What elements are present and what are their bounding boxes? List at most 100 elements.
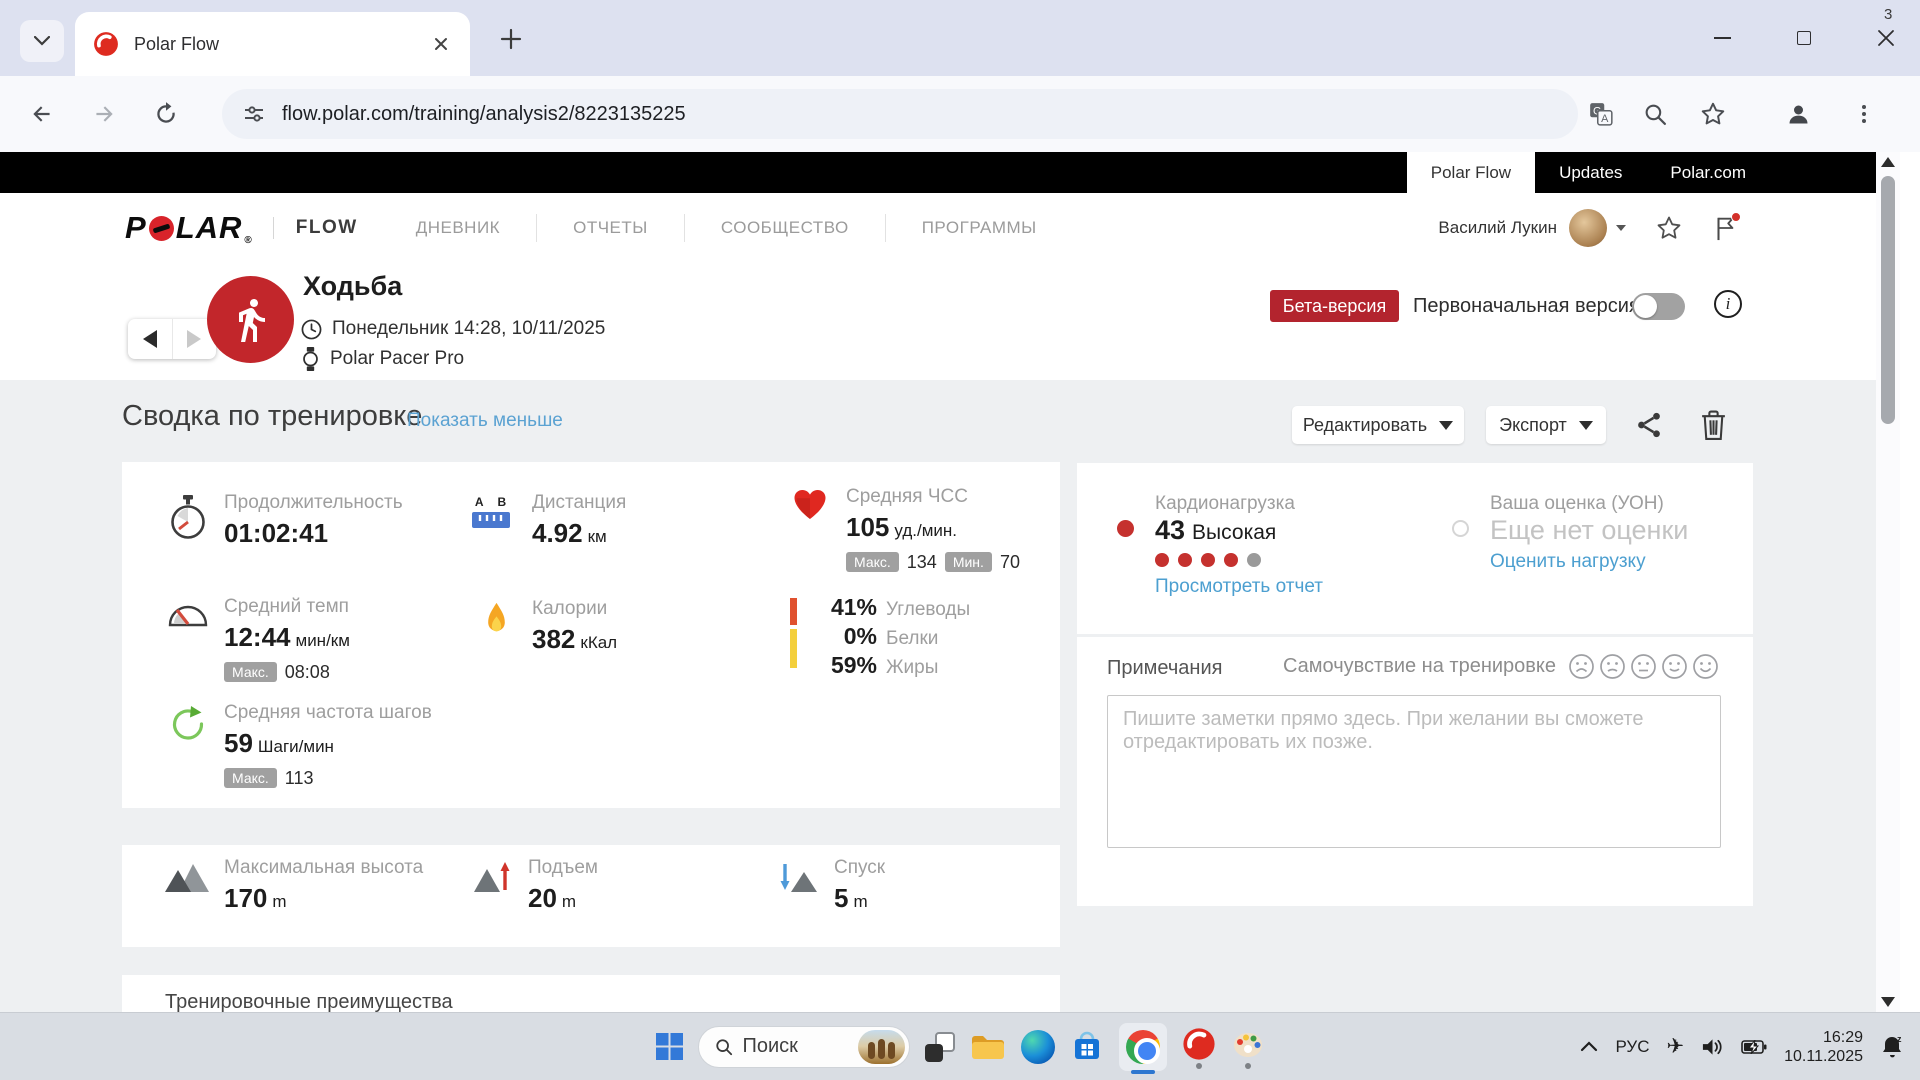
export-button[interactable]: Экспорт — [1486, 406, 1606, 444]
site-tab-polar-flow[interactable]: Polar Flow — [1407, 152, 1535, 193]
maximize-button[interactable] — [1776, 18, 1832, 58]
start-button[interactable] — [656, 1033, 683, 1060]
edit-button[interactable]: Редактировать — [1292, 406, 1464, 444]
tab-search-button[interactable] — [20, 20, 64, 62]
browser-tab[interactable]: Polar Flow — [75, 12, 470, 76]
tab-close-icon[interactable] — [430, 33, 452, 55]
polar-app-icon — [1182, 1027, 1216, 1061]
reload-button[interactable] — [152, 100, 180, 128]
tray-chevron-icon[interactable] — [1580, 1041, 1598, 1052]
share-button[interactable] — [1634, 410, 1664, 442]
activity-device-row: Polar Pacer Pro — [301, 347, 464, 371]
session-nav-arrows — [128, 319, 216, 359]
browser-menu-button[interactable] — [1850, 100, 1878, 128]
user-avatar[interactable] — [1569, 209, 1607, 247]
descent-icon — [774, 857, 822, 914]
feeling-good-icon[interactable] — [1661, 653, 1688, 680]
previous-session-button[interactable] — [128, 319, 172, 359]
stopwatch-icon — [164, 492, 212, 549]
polar-logo[interactable]: PLAR® — [125, 210, 253, 246]
forward-button[interactable] — [90, 100, 118, 128]
notification-dot — [1731, 212, 1741, 222]
tray-date: 10.11.2025 — [1784, 1047, 1863, 1066]
notes-card: Примечания Самочувствие на тренировке — [1077, 637, 1753, 906]
notifications-flag[interactable] — [1712, 215, 1738, 241]
show-less-link[interactable]: Показать меньше — [407, 410, 563, 432]
url-bar[interactable]: flow.polar.com/training/analysis2/822313… — [222, 89, 1578, 139]
load-dot — [1178, 553, 1192, 567]
new-tab-icon[interactable] — [498, 26, 524, 52]
search-highlight-image[interactable] — [858, 1030, 905, 1064]
notes-textarea[interactable] — [1107, 695, 1721, 848]
microsoft-store-button[interactable] — [1070, 1030, 1104, 1064]
bookmark-button[interactable] — [1699, 100, 1727, 128]
taskbar: Поиск — [0, 1012, 1920, 1080]
taskbar-search[interactable]: Поиск — [698, 1026, 910, 1068]
stat-cadence: Средняя частота шагов 59Шаги/мин Макс. 1… — [164, 702, 432, 789]
feeling-very-bad-icon[interactable] — [1568, 653, 1595, 680]
favorites-star-icon[interactable] — [1656, 215, 1682, 241]
feeling-bad-icon[interactable] — [1599, 653, 1626, 680]
notification-bell-icon[interactable]: z — [1880, 1034, 1904, 1060]
zoom-button[interactable] — [1641, 100, 1669, 128]
search-placeholder: Поиск — [743, 1035, 798, 1058]
polar-flow-app-button[interactable] — [1182, 1027, 1216, 1067]
stat-distance: AB Дистанция 4.92км — [472, 492, 626, 549]
close-icon — [1877, 29, 1895, 47]
user-name[interactable]: Василий Лукин — [1438, 218, 1557, 238]
cardio-load-card: Кардионагрузка 43Высокая Просмотреть отч… — [1077, 463, 1753, 634]
site-tab-updates[interactable]: Updates — [1535, 152, 1646, 193]
keyboard-language[interactable]: РУС — [1615, 1037, 1649, 1057]
original-version-toggle[interactable] — [1632, 293, 1685, 320]
feeling-neutral-icon[interactable] — [1630, 653, 1657, 680]
stat-ascent: Подъем 20m — [468, 857, 598, 914]
info-icon[interactable]: i — [1714, 290, 1742, 318]
volume-icon[interactable] — [1701, 1037, 1724, 1057]
mountains-icon — [164, 857, 212, 914]
delete-button[interactable] — [1700, 410, 1730, 442]
nav-flow-label[interactable]: FLOW — [273, 217, 358, 239]
nav-item-reports[interactable]: ОТЧЕТЫ — [536, 214, 684, 242]
minimize-button[interactable] — [1694, 18, 1750, 58]
chevron-down-icon — [34, 36, 50, 46]
activity-datetime-row: Понедельник 14:28, 10/11/2025 — [301, 318, 605, 340]
rate-load-link[interactable]: Оценить нагрузку — [1490, 551, 1646, 573]
max-badge: Макс. — [224, 662, 277, 682]
scroll-up-icon[interactable] — [1881, 157, 1895, 167]
cardio-load-value: 43 — [1155, 515, 1185, 545]
page-scrollbar[interactable] — [1876, 152, 1900, 1012]
watch-device-icon — [301, 347, 320, 371]
window-controls — [1668, 18, 1914, 58]
task-view-button[interactable] — [925, 1032, 955, 1062]
nav-item-diary[interactable]: ДНЕВНИК — [380, 214, 536, 242]
chrome-button-active[interactable] — [1119, 1023, 1167, 1071]
nav-item-community[interactable]: СООБЩЕСТВО — [684, 214, 885, 242]
translate-button[interactable]: G A — [1587, 100, 1615, 128]
back-button[interactable] — [28, 100, 56, 128]
tray-clock[interactable]: 16:29 10.11.2025 — [1784, 1028, 1863, 1066]
file-explorer-button[interactable] — [970, 1032, 1006, 1062]
scrollbar-thumb[interactable] — [1881, 176, 1895, 424]
polar-nav-bar: PLAR® FLOW ДНЕВНИК ОТЧЕТЫ СООБЩЕСТВО ПРО… — [0, 193, 1876, 263]
feeling-great-icon[interactable] — [1692, 653, 1719, 680]
paint-app-button[interactable] — [1231, 1027, 1265, 1067]
stats-card: Продолжительность 01:02:41 AB — [122, 462, 1060, 808]
view-report-link[interactable]: Просмотреть отчет — [1155, 576, 1323, 598]
min-badge: Мин. — [945, 552, 992, 572]
close-button[interactable] — [1858, 18, 1914, 58]
user-menu-caret-icon[interactable] — [1616, 225, 1626, 231]
edge-browser-button[interactable] — [1021, 1030, 1055, 1064]
distance-ruler-icon: AB — [472, 492, 520, 549]
site-settings-icon[interactable] — [242, 102, 266, 126]
battery-icon[interactable] — [1741, 1040, 1767, 1054]
svg-text:z: z — [1897, 1034, 1902, 1044]
profile-button[interactable] — [1784, 100, 1812, 128]
load-dot — [1155, 553, 1169, 567]
site-tab-polar-com[interactable]: Polar.com — [1646, 152, 1770, 193]
back-arrow-icon — [29, 101, 55, 127]
airplane-mode-icon[interactable]: ✈ — [1667, 1034, 1685, 1059]
scroll-down-icon[interactable] — [1881, 997, 1895, 1007]
url-text[interactable]: flow.polar.com/training/analysis2/822313… — [282, 103, 686, 126]
avatar-icon — [1785, 101, 1812, 128]
nav-item-programs[interactable]: ПРОГРАММЫ — [885, 214, 1073, 242]
